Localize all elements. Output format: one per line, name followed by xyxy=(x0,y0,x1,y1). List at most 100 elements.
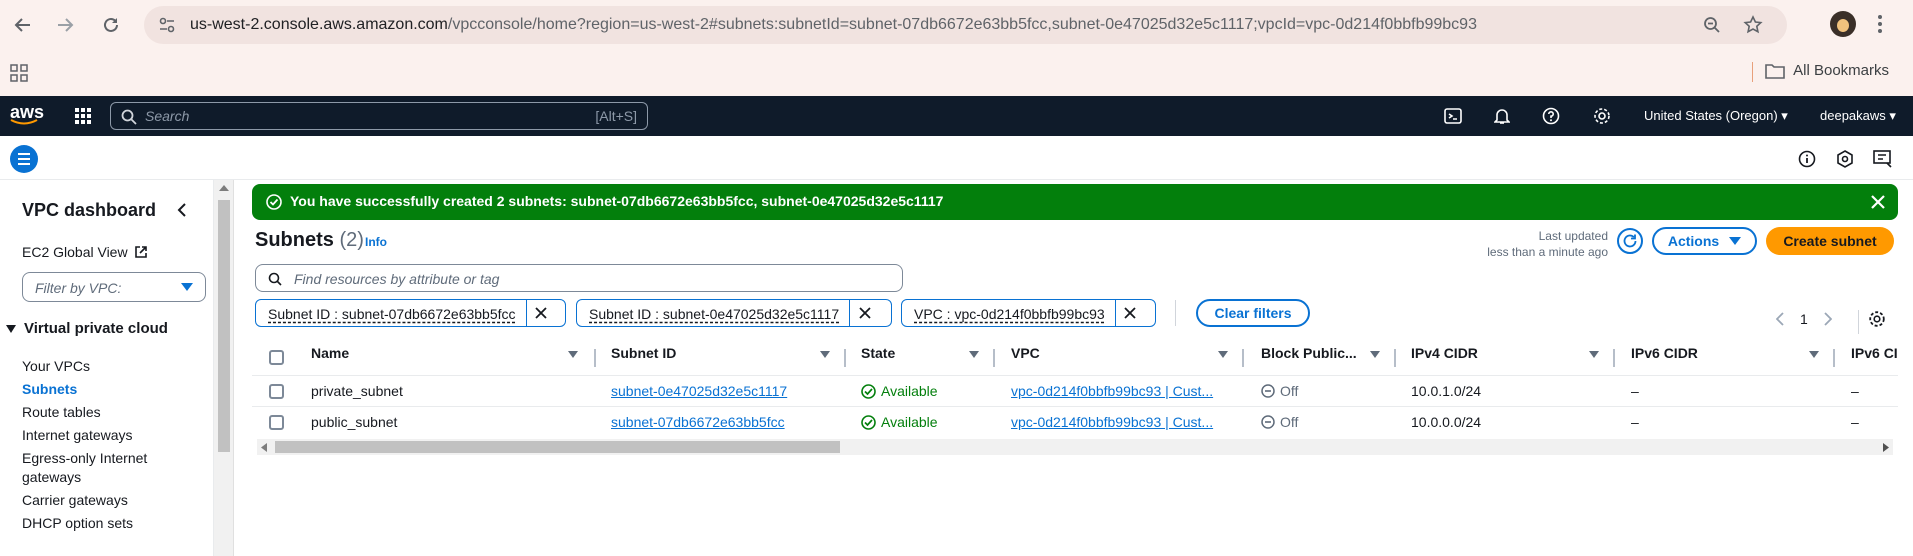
page-title: Subnets (2) xyxy=(255,229,364,252)
info-panel-icon[interactable] xyxy=(1798,150,1816,168)
cloudshell-icon[interactable] xyxy=(1443,106,1463,126)
navigation-menu-icon[interactable] xyxy=(10,145,38,173)
column-resizer[interactable] xyxy=(1613,349,1615,367)
security-hex-icon[interactable] xyxy=(1836,150,1854,168)
profile-avatar[interactable] xyxy=(1830,11,1856,37)
scroll-right-arrow-icon[interactable] xyxy=(1883,443,1889,452)
actions-button[interactable]: Actions xyxy=(1652,227,1757,255)
filter-token-label[interactable]: Subnet ID : subnet-0e47025d32e5c1117 xyxy=(577,300,849,326)
refresh-button[interactable] xyxy=(1617,228,1643,254)
info-link[interactable]: Info xyxy=(365,235,387,249)
cell-vpc-link[interactable]: vpc-0d214f0bbfb99bc93 | Cust... xyxy=(1011,414,1213,430)
column-header-vpc[interactable]: VPC xyxy=(1011,345,1040,371)
table-scrollbar-thumb[interactable] xyxy=(275,441,840,453)
column-header-state[interactable]: State xyxy=(861,345,895,371)
filter-token-label[interactable]: Subnet ID : subnet-07db6672e63bb5fcc xyxy=(256,300,526,326)
prev-page-icon[interactable] xyxy=(1776,312,1784,326)
column-resizer[interactable] xyxy=(1242,349,1244,367)
column-resizer[interactable] xyxy=(1394,349,1396,367)
cell-ipv4-cidr: 10.0.0.0/24 xyxy=(1411,414,1482,430)
settings-gear-icon[interactable] xyxy=(1592,106,1612,126)
filter-token-vpc[interactable]: VPC : vpc-0d214f0bbfb99bc93 xyxy=(901,299,1156,327)
back-icon[interactable] xyxy=(8,10,38,40)
select-all-checkbox[interactable] xyxy=(269,350,284,365)
bookmark-star-icon[interactable] xyxy=(1743,15,1763,35)
sidebar-item-internet-gateways[interactable]: Internet gateways xyxy=(22,427,133,443)
find-resources-input[interactable]: Find resources by attribute or tag xyxy=(255,264,903,292)
cell-subnet-id-link[interactable]: subnet-0e47025d32e5c1117 xyxy=(611,383,787,399)
sidebar-item-ec2-global-view[interactable]: EC2 Global View xyxy=(22,244,148,260)
address-bar[interactable]: us-west-2.console.aws.amazon.com/vpccons… xyxy=(144,6,1787,44)
cell-subnet-id-link[interactable]: subnet-07db6672e63bb5fcc xyxy=(611,414,785,430)
remove-token-icon[interactable] xyxy=(525,300,556,326)
refresh-icon xyxy=(1622,233,1638,249)
table-preferences-gear-icon[interactable] xyxy=(1868,310,1886,328)
column-header-ipv6-cidr[interactable]: IPv6 CIDR xyxy=(1631,345,1698,371)
caret-expanded-icon xyxy=(6,324,16,333)
collapse-sidebar-icon[interactable] xyxy=(176,202,188,218)
sidebar-title[interactable]: VPC dashboard xyxy=(22,200,156,221)
ec2-global-view-label: EC2 Global View xyxy=(22,244,128,260)
filter-token-subnet-2[interactable]: Subnet ID : subnet-0e47025d32e5c1117 xyxy=(576,299,892,327)
browser-menu-icon[interactable] xyxy=(1877,14,1883,34)
section-label: Virtual private cloud xyxy=(24,320,168,337)
aws-search-box[interactable]: Search [Alt+S] xyxy=(110,102,648,130)
column-header-name[interactable]: Name xyxy=(311,345,349,371)
sidebar-item-your-vpcs[interactable]: Your VPCs xyxy=(22,358,90,374)
off-status-icon xyxy=(1261,415,1275,429)
cell-ipv6-cidr-2: – xyxy=(1851,383,1859,399)
region-selector[interactable]: United States (Oregon) ▾ xyxy=(1644,108,1788,124)
zoom-icon[interactable] xyxy=(1703,16,1721,34)
account-menu[interactable]: deepakaws ▾ xyxy=(1820,108,1896,124)
sidebar-item-route-tables[interactable]: Route tables xyxy=(22,404,101,420)
sidebar-item-carrier-gateways[interactable]: Carrier gateways xyxy=(22,492,128,508)
column-header-ipv6-cidr-2[interactable]: IPv6 CI xyxy=(1851,345,1898,371)
filter-token-label[interactable]: VPC : vpc-0d214f0bbfb99bc93 xyxy=(902,300,1115,326)
apps-grid-icon[interactable] xyxy=(10,64,28,82)
table-row[interactable]: public_subnet subnet-07db6672e63bb5fcc A… xyxy=(252,406,1898,437)
column-header-ipv4-cidr[interactable]: IPv4 CIDR xyxy=(1411,345,1478,371)
next-page-icon[interactable] xyxy=(1824,312,1832,326)
section-virtual-private-cloud[interactable]: Virtual private cloud xyxy=(6,320,168,337)
column-resizer[interactable] xyxy=(594,349,596,367)
site-info-icon[interactable] xyxy=(158,16,176,34)
cell-vpc-link[interactable]: vpc-0d214f0bbfb99bc93 | Cust... xyxy=(1011,383,1213,399)
notifications-bell-icon[interactable] xyxy=(1492,106,1512,126)
sidebar-item-egress-only-gateways-line2[interactable]: gateways xyxy=(22,469,81,485)
column-resizer[interactable] xyxy=(844,349,846,367)
help-icon[interactable] xyxy=(1541,106,1561,126)
current-page[interactable]: 1 xyxy=(1800,311,1808,327)
column-resizer[interactable] xyxy=(993,349,995,367)
scroll-left-arrow-icon[interactable] xyxy=(261,443,267,452)
feedback-icon[interactable] xyxy=(1873,150,1893,168)
sidebar-scrollbar[interactable] xyxy=(214,180,234,556)
column-header-subnet-id[interactable]: Subnet ID xyxy=(611,345,676,371)
all-bookmarks-button[interactable]: All Bookmarks xyxy=(1765,62,1889,79)
row-checkbox[interactable] xyxy=(269,384,284,399)
row-checkbox[interactable] xyxy=(269,415,284,430)
remove-token-icon[interactable] xyxy=(849,300,879,326)
bookmarks-bar: All Bookmarks xyxy=(0,54,1913,94)
sidebar-scrollbar-thumb[interactable] xyxy=(218,200,230,452)
reload-icon[interactable] xyxy=(96,10,126,40)
filter-token-subnet-1[interactable]: Subnet ID : subnet-07db6672e63bb5fcc xyxy=(255,299,566,327)
table-row[interactable]: private_subnet subnet-0e47025d32e5c1117 … xyxy=(252,375,1898,406)
close-icon[interactable] xyxy=(1870,194,1886,210)
create-subnet-button[interactable]: Create subnet xyxy=(1766,227,1894,255)
forward-icon[interactable] xyxy=(50,10,80,40)
available-check-icon xyxy=(861,383,876,399)
remove-token-icon[interactable] xyxy=(1114,300,1145,326)
sidebar-item-subnets[interactable]: Subnets xyxy=(22,381,77,397)
services-grid-icon[interactable] xyxy=(74,107,92,125)
scroll-up-arrow-icon[interactable] xyxy=(219,185,229,191)
sidebar-item-dhcp-option-sets[interactable]: DHCP option sets xyxy=(22,515,133,531)
vpc-filter-select[interactable]: Filter by VPC: xyxy=(22,272,206,302)
caret-down-icon xyxy=(181,283,193,291)
aws-logo[interactable]: aws xyxy=(10,102,44,125)
column-header-block-public[interactable]: Block Public... xyxy=(1261,345,1357,371)
table-horizontal-scrollbar[interactable] xyxy=(257,439,1893,455)
clear-filters-button[interactable]: Clear filters xyxy=(1196,299,1310,327)
sidebar-item-egress-only-gateways[interactable]: Egress-only Internet xyxy=(22,450,147,466)
cell-block-public: Off xyxy=(1261,414,1298,430)
column-resizer[interactable] xyxy=(1833,349,1835,367)
